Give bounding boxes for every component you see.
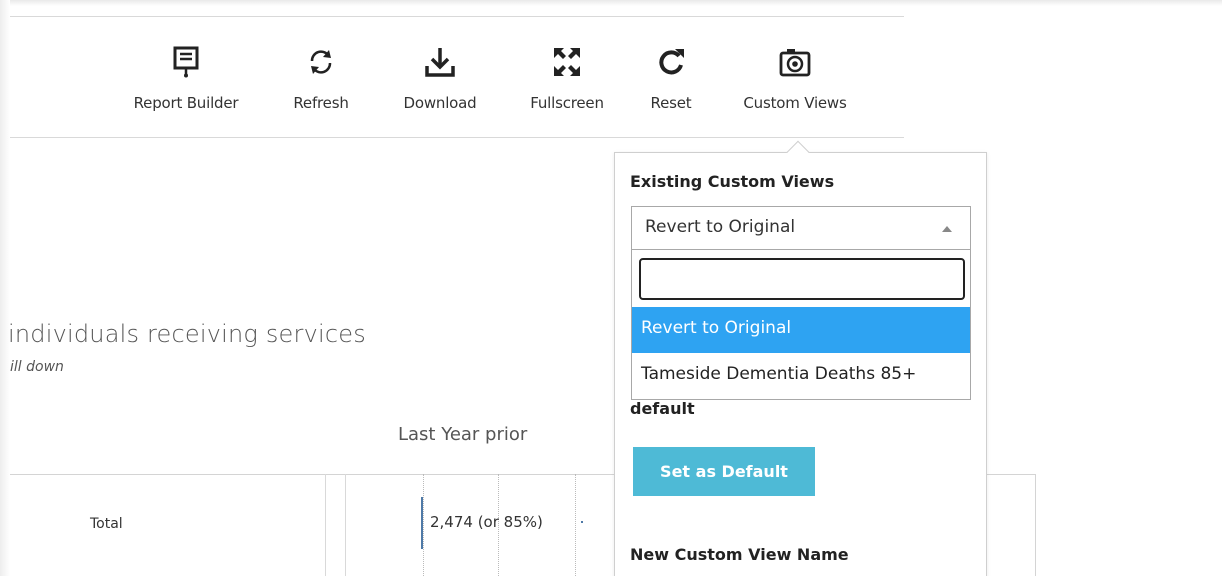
new-custom-view-name-label: New Custom View Name [630,545,849,564]
reset-button[interactable]: Reset [638,44,704,124]
select-value: Revert to Original [645,217,796,237]
toolbar: Report Builder Refresh Download Fullscre… [10,16,904,138]
default-label: default [630,399,695,418]
table-gridline [575,474,576,576]
reset-icon [659,49,684,75]
existing-custom-views-label: Existing Custom Views [630,172,835,191]
caret-up-icon[interactable] [942,226,952,232]
table-gridline [423,474,424,576]
download-button[interactable]: Download [392,44,488,124]
set-as-default-button[interactable]: Set as Default [633,447,815,496]
fullscreen-icon [554,48,580,76]
dropdown-option-tameside[interactable]: Tameside Dementia Deaths 85+ [632,353,970,399]
row-value-total[interactable]: 2,474 (or 85%) [430,513,543,531]
dropdown-option-revert[interactable]: Revert to Original [632,307,970,353]
custom-view-select[interactable]: Revert to Original [631,206,971,250]
refresh-button[interactable]: Refresh [286,44,356,124]
table-divider [325,474,326,576]
chart-subtitle: ill down [10,359,64,375]
download-icon [425,48,455,77]
column-header: Last Year prior [398,424,528,445]
fullscreen-label: Fullscreen [530,94,604,112]
popover-arrow [786,140,810,164]
camera-icon [779,49,811,77]
download-label: Download [403,94,477,112]
refresh-icon [310,50,332,74]
fullscreen-button[interactable]: Fullscreen [517,44,617,124]
refresh-label: Refresh [293,94,349,112]
data-point-mark[interactable] [581,521,583,523]
top-shadow [0,0,1222,6]
row-label-total: Total [90,516,123,532]
report-builder-label: Report Builder [133,94,239,112]
report-builder-button[interactable]: Report Builder [121,44,251,124]
dropdown-search-input[interactable] [639,258,965,300]
custom-views-button[interactable]: Custom Views [730,44,860,124]
custom-views-label: Custom Views [743,94,847,112]
left-shadow [0,0,10,576]
presentation-board-icon [173,46,199,78]
bar-mark[interactable] [421,497,423,549]
custom-views-popover: Existing Custom Views Revert to Original… [614,140,987,576]
reset-label: Reset [650,94,692,112]
custom-view-dropdown: Revert to Original Tameside Dementia Dea… [631,250,971,400]
chart-title: individuals receiving services [8,320,366,348]
table-divider [345,474,346,576]
